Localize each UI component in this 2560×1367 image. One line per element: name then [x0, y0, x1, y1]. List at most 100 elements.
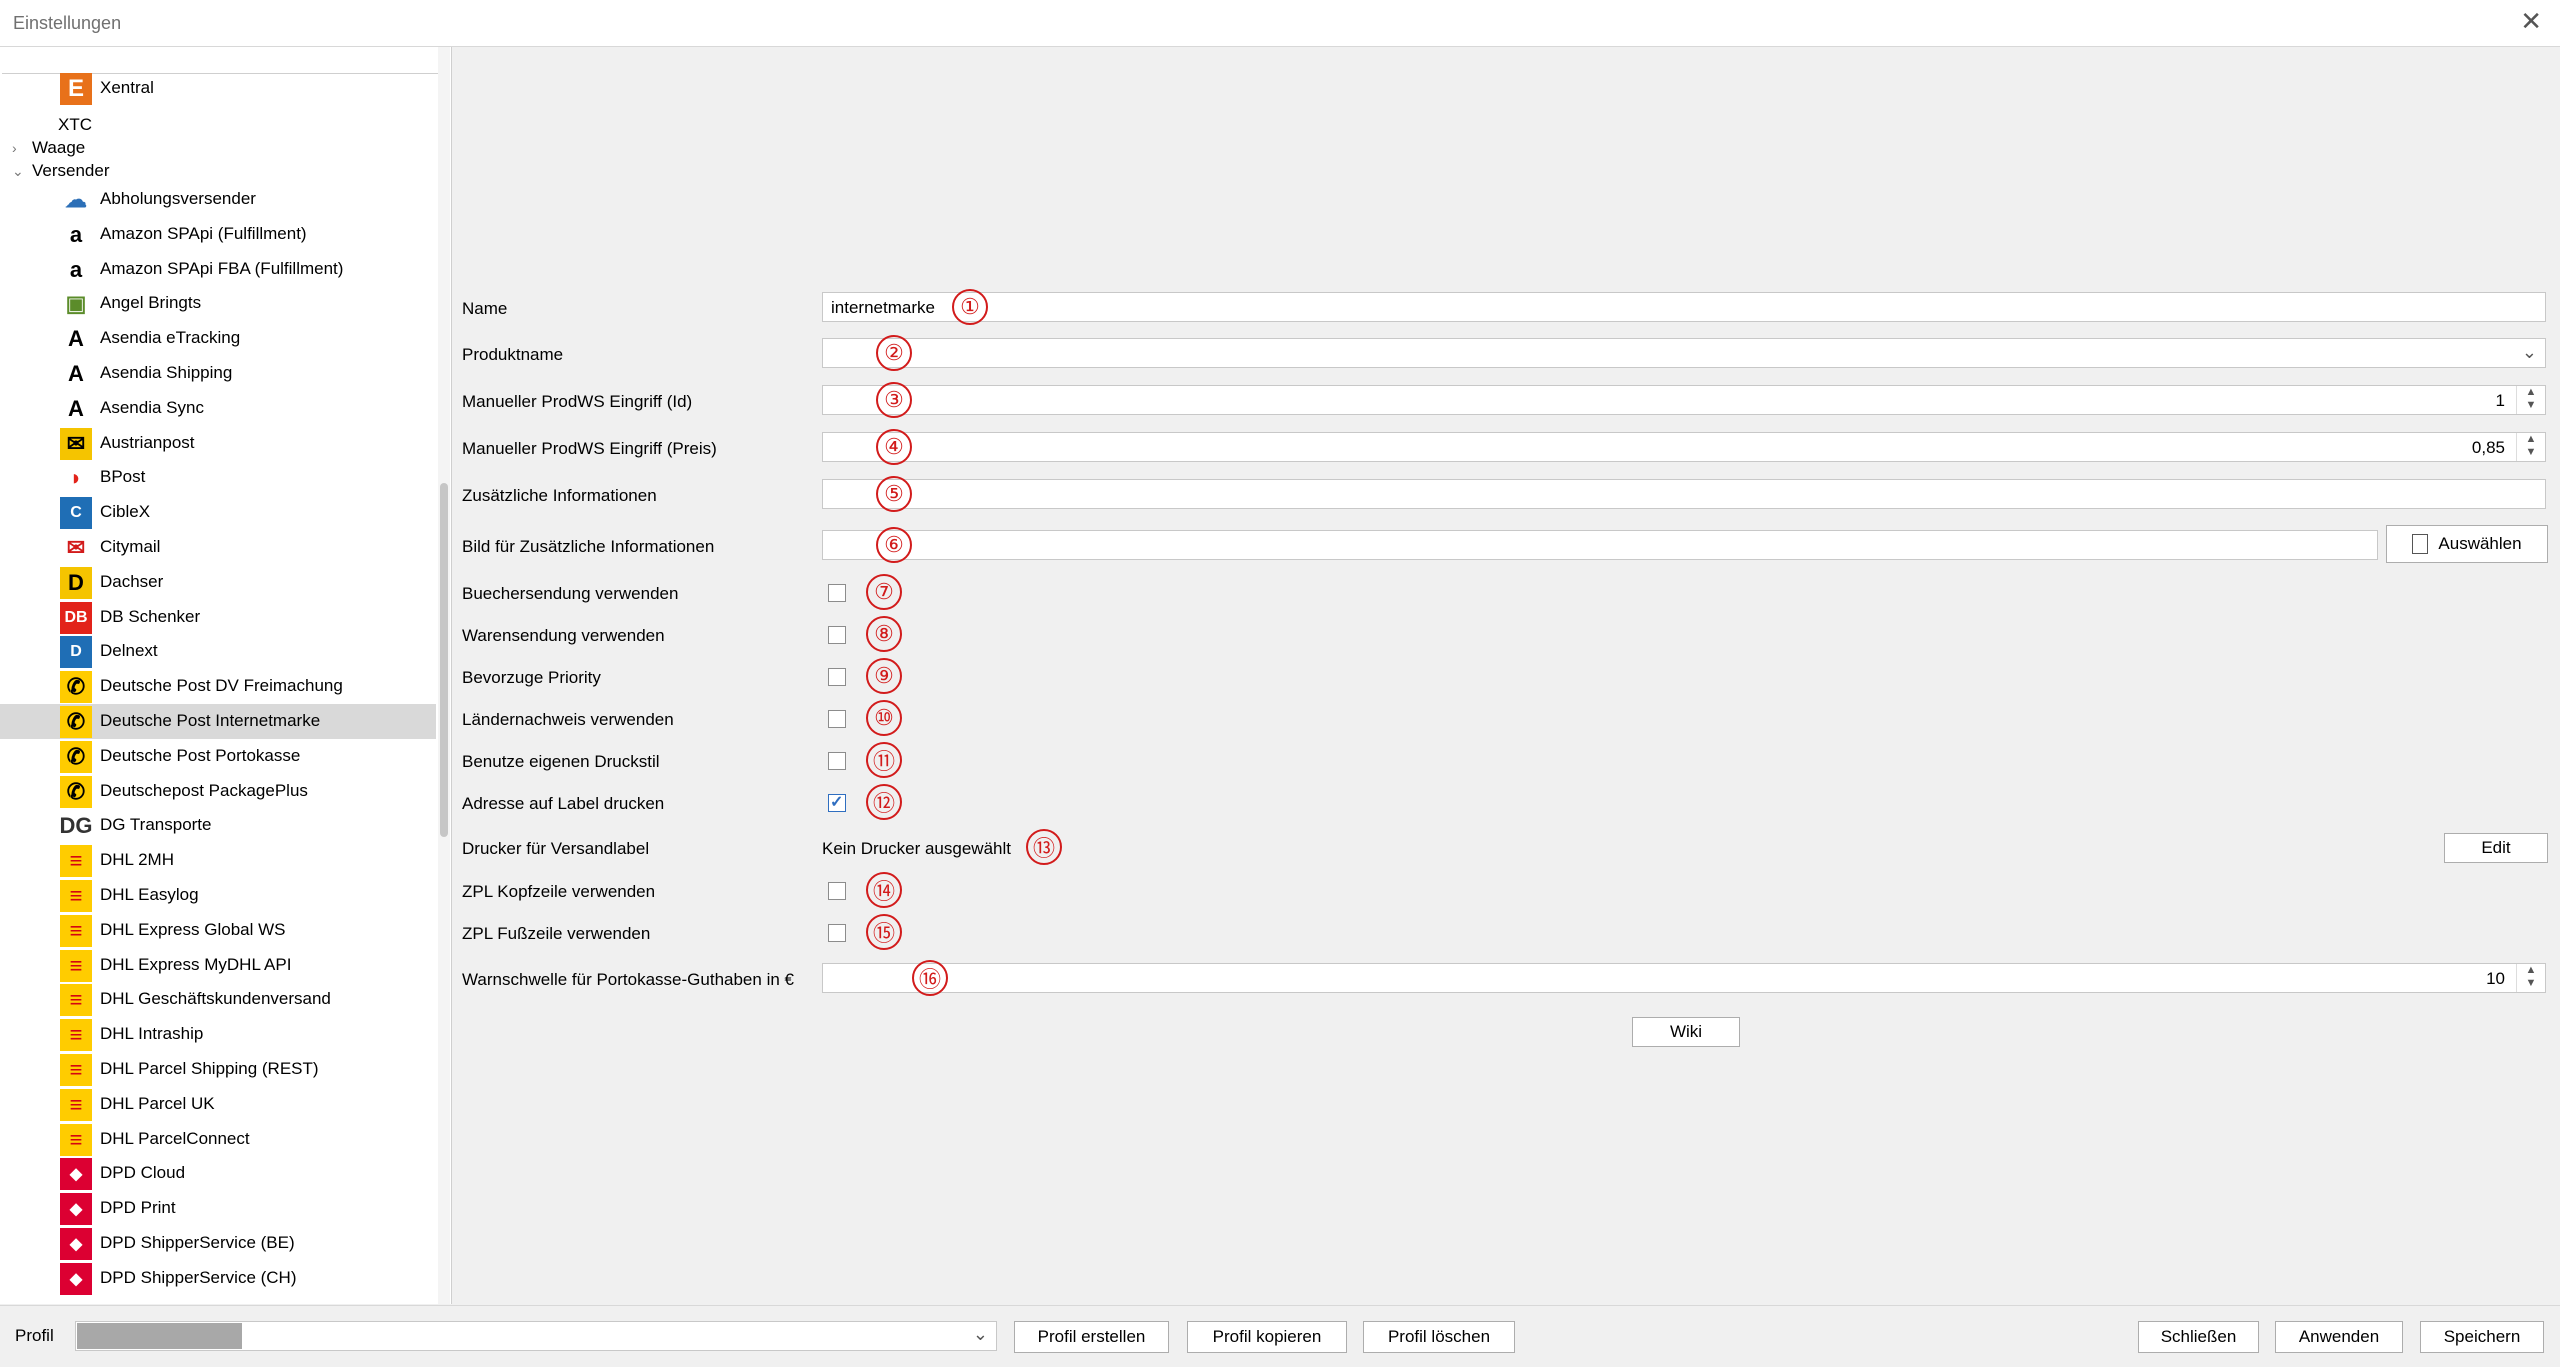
spin-arrows-icon[interactable]: ▲ ▼	[2516, 386, 2545, 414]
zpl-fuss-checkbox[interactable]	[828, 924, 846, 942]
auswaehlen-button[interactable]: Auswählen	[2386, 525, 2548, 563]
dhl-icon: ≡	[60, 880, 92, 912]
annotation-badge: ⑧	[866, 616, 902, 652]
speichern-button[interactable]: Speichern	[2420, 1321, 2544, 1353]
bild-input[interactable]	[822, 530, 2378, 560]
tree-item[interactable]: ◆ DPD Cloud	[0, 1156, 436, 1191]
tree-item[interactable]: ✆ Deutschepost PackagePlus	[0, 774, 436, 809]
tree-item[interactable]: ≡ DHL 2MH	[0, 843, 436, 878]
tree-item[interactable]: a Amazon SPApi (Fulfillment)	[0, 217, 436, 252]
cloud-icon: ☁	[65, 187, 87, 212]
tree-item[interactable]: ≡ DHL Express Global WS	[0, 913, 436, 948]
produktname-select[interactable]: ⌄	[822, 338, 2546, 368]
chevron-down-icon[interactable]: ⌄	[973, 1324, 988, 1345]
deutschepost-icon: ✆	[60, 775, 92, 808]
tree-item-xentral[interactable]: E Xentral	[0, 71, 436, 106]
prodws-preis-value: 0,85	[2471, 438, 2505, 457]
anwenden-button[interactable]: Anwenden	[2275, 1321, 2403, 1353]
druckstil-label: Benutze eigenen Druckstil	[462, 752, 660, 771]
zpl-fuss-label: ZPL Fußzeile verwenden	[462, 924, 651, 943]
tree-item-xtc[interactable]: XTC	[58, 115, 92, 135]
schliessen-button[interactable]: Schließen	[2138, 1321, 2259, 1353]
chevron-down-icon[interactable]: ⌄	[12, 163, 32, 180]
prodws-id-label: Manueller ProdWS Eingriff (Id)	[462, 392, 693, 411]
tree-item[interactable]: C CibleX	[0, 495, 436, 530]
profil-kopieren-button[interactable]: Profil kopieren	[1187, 1321, 1347, 1353]
zusatz-input[interactable]	[822, 479, 2546, 509]
tree-item-label: DPD ShipperService (BE)	[100, 1233, 295, 1252]
tree-item[interactable]: ≡ DHL Express MyDHL API	[0, 948, 436, 983]
chevron-down-icon[interactable]: ⌄	[2522, 342, 2537, 363]
warn-label: Warnschwelle für Portokasse-Guthaben in …	[462, 970, 794, 989]
tree-item[interactable]: A Asendia Shipping	[0, 356, 436, 391]
tree-item[interactable]: A Asendia Sync	[0, 391, 436, 426]
profil-select[interactable]: ⌄	[75, 1321, 997, 1351]
wiki-button[interactable]: Wiki	[1632, 1017, 1740, 1047]
tree-item[interactable]: ≡ DHL Intraship	[0, 1017, 436, 1052]
tree-item-label: DHL Express Global WS	[100, 919, 286, 939]
priority-label: Bevorzuge Priority	[462, 668, 601, 687]
warn-spinbox[interactable]: 10 ▲ ▼	[822, 963, 2546, 993]
druckstil-checkbox[interactable]	[828, 752, 846, 770]
tree-item[interactable]: D Dachser	[0, 565, 436, 600]
zpl-kopf-checkbox[interactable]	[828, 882, 846, 900]
buecher-checkbox[interactable]	[828, 584, 846, 602]
tree-item[interactable]: ≡ DHL ParcelConnect	[0, 1122, 436, 1157]
tree-item[interactable]: A Asendia eTracking	[0, 321, 436, 356]
tree-node-waage[interactable]: › Waage	[12, 138, 85, 158]
tree-item[interactable]: ✆ Deutsche Post DV Freimachung	[0, 669, 436, 704]
dhl-icon: ≡	[60, 949, 92, 982]
tree-item[interactable]: ≡ DHL Parcel Shipping (REST)	[0, 1052, 436, 1087]
tree-item-label: DG Transporte	[100, 815, 212, 835]
priority-checkbox[interactable]	[828, 668, 846, 686]
tree-item[interactable]: ≡ DHL Parcel UK	[0, 1087, 436, 1122]
bild-label: Bild für Zusätzliche Informationen	[462, 537, 715, 556]
profil-loeschen-button[interactable]: Profil löschen	[1363, 1321, 1515, 1353]
spin-arrows-icon[interactable]: ▲ ▼	[2516, 433, 2545, 461]
tree-item[interactable]: ◆ DPD ShipperService (CH)	[0, 1261, 436, 1296]
tree-item[interactable]: ✆ Deutsche Post Portokasse	[0, 739, 436, 774]
profil-erstellen-button[interactable]: Profil erstellen	[1014, 1321, 1169, 1353]
prodws-id-value: 1	[2495, 391, 2505, 410]
chevron-right-icon[interactable]: ›	[12, 140, 32, 156]
tree-item[interactable]: DG DG Transporte	[0, 808, 436, 843]
settings-tree-panel: E Xentral XTC › Waage ⌄ Versender ☁ Abholun…	[0, 47, 452, 1304]
prodws-id-spinbox[interactable]: 1 ▲ ▼	[822, 385, 2546, 415]
close-icon[interactable]: ✕	[2520, 6, 2542, 37]
spin-arrows-icon[interactable]: ▲ ▼	[2516, 964, 2545, 992]
adresse-checkbox[interactable]	[828, 792, 846, 812]
tree-item[interactable]: ≡ DHL Geschäftskundenversand	[0, 982, 436, 1017]
tree-item[interactable]: DB DB Schenker	[0, 600, 436, 635]
tree-item[interactable]: ✉ Citymail	[0, 530, 436, 565]
annotation-badge: ①	[952, 289, 988, 325]
name-value: internetmarke	[831, 298, 935, 317]
tree-item[interactable]: ◆ DPD Print	[0, 1191, 436, 1226]
dhl-icon: ≡	[60, 1054, 92, 1086]
prodws-preis-spinbox[interactable]: 0,85 ▲ ▼	[822, 432, 2546, 462]
bpost-icon: ◗	[69, 465, 83, 491]
tree-scrollbar-thumb[interactable]	[440, 483, 448, 837]
laender-checkbox[interactable]	[828, 710, 846, 728]
deutschepost-icon: ✆	[60, 671, 92, 704]
tree-item[interactable]: ✆ Deutsche Post Internetmarke	[0, 704, 436, 739]
name-input[interactable]: internetmarke	[822, 292, 2546, 322]
tree-item[interactable]: ✉ Austrianpost	[0, 426, 436, 461]
tree-filter-input[interactable]	[2, 47, 448, 74]
tree-item-label: Angel Bringts	[100, 293, 202, 313]
tree-item[interactable]: D Delnext	[0, 634, 436, 669]
asendia-icon: A	[68, 395, 84, 421]
tree-item[interactable]: a Amazon SPApi FBA (Fulfillment)	[0, 252, 436, 287]
tree-item[interactable]: ≡ DHL Easylog	[0, 878, 436, 913]
tree-item[interactable]: ▣ Angel Bringts	[0, 286, 436, 321]
tree-item[interactable]: ◆ DPD ShipperService (BE)	[0, 1226, 436, 1261]
tree-item[interactable]: ◗ BPost	[0, 460, 436, 495]
tree-item[interactable]: ☁ Abholungsversender	[0, 182, 436, 217]
waren-checkbox[interactable]	[828, 626, 846, 644]
ciblex-icon: C	[60, 497, 92, 530]
tree-node-versender[interactable]: ⌄ Versender	[12, 161, 110, 181]
tree-item-label: DHL ParcelConnect	[100, 1128, 250, 1148]
tree-item-label: Dachser	[100, 571, 164, 591]
tree-item-label: DB Schenker	[100, 606, 201, 626]
edit-printer-button[interactable]: Edit	[2444, 833, 2548, 863]
amazon-icon: a	[69, 221, 83, 247]
